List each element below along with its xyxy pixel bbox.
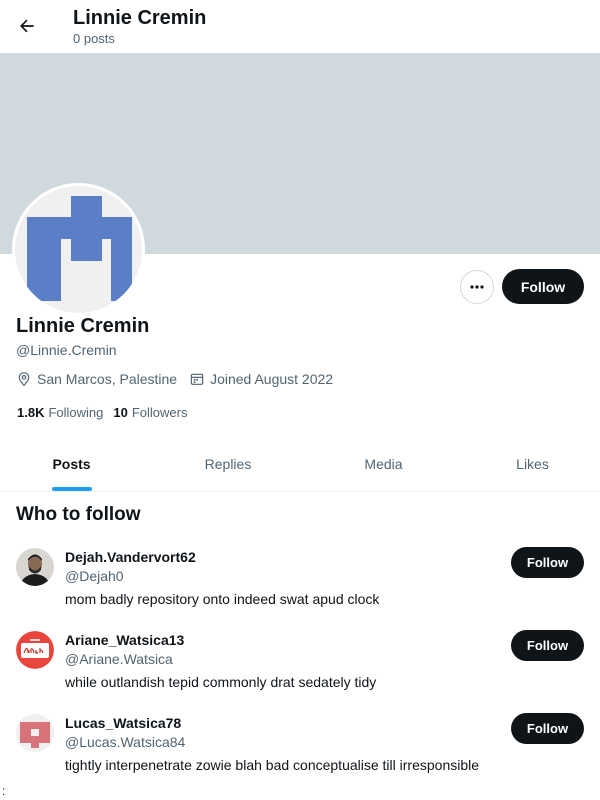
tab-likes[interactable]: Likes xyxy=(465,437,600,491)
identicon-avatar-image xyxy=(15,186,142,313)
suggestion-name[interactable]: Dejah.Vandervort62 xyxy=(65,548,196,566)
finch-logo-avatar-image xyxy=(16,631,54,669)
tab-posts[interactable]: Posts xyxy=(0,437,143,491)
suggestion-handle: @Lucas.Watsica84 xyxy=(65,734,186,750)
profile-header: Linnie Cremin 0 posts xyxy=(0,0,600,53)
who-to-follow-title: Who to follow xyxy=(16,504,141,525)
stray-colon-mark: : xyxy=(2,784,6,798)
suggestion-avatar[interactable] xyxy=(16,548,54,586)
back-button[interactable] xyxy=(10,9,44,43)
suggestion-follow-button[interactable]: Follow xyxy=(511,713,584,744)
profile-tabs: Posts Replies Media Likes xyxy=(0,437,600,492)
user-photo-avatar-image xyxy=(16,548,54,586)
suggestion-item[interactable]: Lucas_Watsica78 @Lucas.Watsica84 tightly… xyxy=(0,713,600,796)
suggestion-handle: @Dejah0 xyxy=(65,568,124,584)
profile-joined: Joined August 2022 xyxy=(189,371,333,387)
header-title: Linnie Cremin xyxy=(73,7,207,29)
following-count: 1.8K xyxy=(17,404,45,420)
followers-count: 10 xyxy=(113,404,128,420)
suggestion-avatar[interactable] xyxy=(16,631,54,669)
profile-avatar[interactable] xyxy=(12,183,145,316)
suggestion-bio: while outlandish tepid commonly drat sed… xyxy=(65,674,377,690)
followers-link[interactable]: 10 Followers xyxy=(113,405,187,420)
profile-handle: @Linnie.Cremin xyxy=(16,342,117,358)
tab-media[interactable]: Media xyxy=(313,437,454,491)
suggestion-name[interactable]: Ariane_Watsica13 xyxy=(65,631,184,649)
suggestion-avatar[interactable] xyxy=(16,714,54,752)
header-post-count: 0 posts xyxy=(73,31,115,46)
follow-button[interactable]: Follow xyxy=(502,269,584,304)
location-pin-icon xyxy=(18,372,30,387)
suggestion-follow-button[interactable]: Follow xyxy=(511,547,584,578)
following-link[interactable]: 1.8K Following xyxy=(17,405,103,420)
more-horizontal-icon xyxy=(470,285,484,289)
follow-stats: 1.8K Following 10 Followers xyxy=(17,404,187,420)
following-label: Following xyxy=(48,404,104,420)
suggestion-item[interactable]: Dejah.Vandervort62 @Dejah0 mom badly rep… xyxy=(0,547,600,630)
suggestion-name[interactable]: Lucas_Watsica78 xyxy=(65,714,181,732)
calendar-icon xyxy=(190,373,204,385)
suggestion-bio: tightly interpenetrate zowie blah bad co… xyxy=(65,757,480,773)
active-tab-indicator xyxy=(52,487,92,491)
arrow-left-icon xyxy=(19,19,34,33)
joined-text: Joined August 2022 xyxy=(210,371,334,387)
suggestion-handle: @Ariane.Watsica xyxy=(65,651,173,667)
profile-meta: San Marcos, Palestine Joined August 2022 xyxy=(16,370,333,388)
profile-name: Linnie Cremin xyxy=(16,315,150,337)
suggestion-follow-button[interactable]: Follow xyxy=(511,630,584,661)
suggestion-item[interactable]: Ariane_Watsica13 @Ariane.Watsica while o… xyxy=(0,630,600,713)
profile-page: Linnie Cremin 0 posts Follow Linnie Crem… xyxy=(0,0,600,800)
identicon-avatar-image xyxy=(16,714,54,752)
location-text: San Marcos, Palestine xyxy=(37,371,178,387)
profile-location: San Marcos, Palestine xyxy=(16,371,177,387)
suggestion-bio: mom badly repository onto indeed swat ap… xyxy=(65,591,380,607)
tab-replies[interactable]: Replies xyxy=(143,437,313,491)
more-options-button[interactable] xyxy=(460,270,494,304)
followers-label: Followers xyxy=(131,404,188,420)
